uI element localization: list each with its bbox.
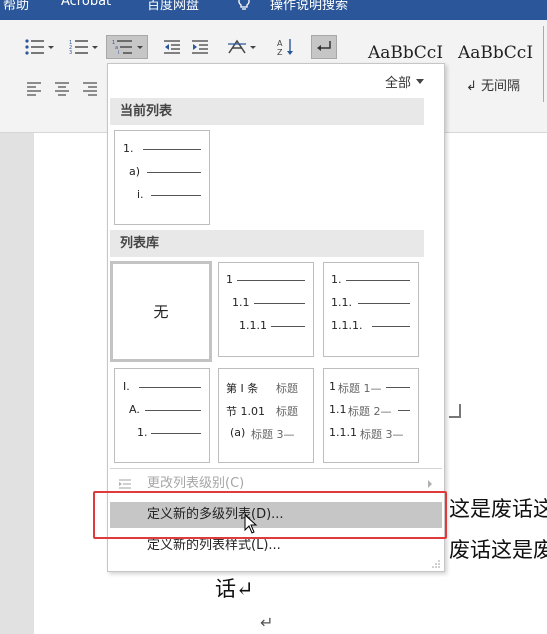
list-level-line bbox=[151, 195, 201, 196]
list-heading-caption: 标题 bbox=[276, 405, 298, 418]
list-library-item-none[interactable]: 无 bbox=[110, 261, 212, 362]
mouse-pointer-icon bbox=[244, 514, 258, 534]
chinese-layout-icon bbox=[227, 39, 246, 54]
lightbulb-icon bbox=[238, 0, 250, 10]
list-library-item-numeric[interactable]: 1 1.1 1.1.1 bbox=[218, 262, 314, 357]
list-library-item-heading-numbered[interactable]: 1 标题 1— 1.1 标题 2— 1.1.1 标题 3— bbox=[323, 368, 419, 463]
list-level-line bbox=[145, 410, 201, 411]
svg-text:Z: Z bbox=[277, 48, 283, 56]
tab-baidu-netdisk[interactable]: 百度网盘 bbox=[147, 0, 199, 13]
list-level-line bbox=[237, 280, 305, 281]
style-name-label: ↲ 无间隔 bbox=[466, 79, 521, 94]
style-sample-text: AaBbCcI bbox=[458, 43, 534, 63]
list-level-number: I. bbox=[123, 380, 130, 393]
align-right-button[interactable] bbox=[78, 78, 102, 100]
list-level-number: 1.1.1 bbox=[239, 319, 267, 332]
list-level-icon bbox=[119, 479, 131, 489]
list-library-item-numeric-dotted[interactable]: 1. 1.1. 1.1.1. bbox=[323, 262, 419, 357]
list-level-line bbox=[254, 303, 305, 304]
list-level-line bbox=[386, 387, 410, 388]
multilevel-list-button[interactable]: 1ai bbox=[106, 35, 148, 59]
list-filter-label: 全部 bbox=[384, 76, 411, 91]
list-level-line bbox=[147, 172, 201, 173]
align-center-icon bbox=[55, 82, 69, 96]
bullets-icon bbox=[24, 39, 44, 55]
list-level-number: 1.1. bbox=[331, 296, 352, 309]
list-level-number: i. bbox=[137, 188, 144, 201]
list-level-line bbox=[372, 326, 410, 327]
list-level-number: 1. bbox=[123, 142, 134, 155]
chinese-layout-button[interactable] bbox=[224, 36, 258, 58]
list-library-item-article-section[interactable]: 第 Ⅰ 条 标题 节 1.01 标题 (a) 标题 3— bbox=[218, 368, 314, 463]
document-text-line[interactable]: 这是废话这 bbox=[449, 493, 547, 523]
list-level-number: 1. bbox=[331, 273, 342, 286]
list-level-line bbox=[346, 280, 410, 281]
list-level-line bbox=[398, 410, 410, 411]
text-boundary-corner-mark bbox=[449, 404, 461, 418]
decrease-indent-icon bbox=[164, 40, 180, 54]
list-level-number: 1.1 bbox=[232, 296, 250, 309]
document-text-line[interactable]: 废话这是废 bbox=[449, 534, 547, 564]
resize-grip-icon[interactable] bbox=[432, 560, 440, 568]
numbering-icon: 123 bbox=[69, 40, 88, 55]
show-formatting-marks-button[interactable] bbox=[311, 35, 337, 59]
align-center-button[interactable] bbox=[50, 78, 74, 100]
highlight-annotation-box bbox=[93, 491, 447, 539]
list-level-number: A. bbox=[129, 403, 140, 416]
list-level-number: 1. bbox=[137, 426, 148, 439]
list-heading-caption: 标题 2— bbox=[348, 405, 392, 418]
list-level-number: a) bbox=[129, 165, 141, 178]
list-level-line bbox=[151, 433, 201, 434]
none-label: 无 bbox=[153, 303, 169, 321]
svg-text:i: i bbox=[118, 50, 119, 55]
list-heading-caption: 标题 bbox=[276, 382, 298, 395]
svg-text:A: A bbox=[277, 39, 283, 48]
document-margin bbox=[0, 133, 34, 634]
chevron-down-icon bbox=[416, 79, 424, 84]
tab-help[interactable]: 帮助 bbox=[3, 0, 29, 13]
list-level-number: 1.1.1. bbox=[331, 319, 363, 332]
style-sample-text: AaBbCcI bbox=[368, 43, 444, 63]
decrease-indent-button[interactable] bbox=[160, 36, 184, 58]
list-level-line bbox=[358, 303, 410, 304]
increase-indent-icon bbox=[192, 40, 208, 54]
sort-button[interactable]: AZ bbox=[274, 36, 298, 58]
svg-text:3: 3 bbox=[69, 50, 72, 55]
list-level-number: (a) bbox=[230, 426, 246, 439]
document-text-line[interactable]: 话↵ bbox=[215, 573, 254, 603]
list-level-line bbox=[139, 387, 201, 388]
paragraph-mark: ↵ bbox=[260, 613, 274, 632]
ribbon-tab-strip: 帮助 Acrobat 百度网盘 操作说明搜索 bbox=[0, 0, 547, 20]
list-level-line bbox=[143, 149, 201, 150]
align-right-icon bbox=[83, 82, 97, 96]
tab-acrobat[interactable]: Acrobat bbox=[61, 0, 111, 9]
bullets-button[interactable] bbox=[22, 36, 56, 58]
chevron-right-icon bbox=[428, 480, 432, 488]
list-heading-caption: 标题 3— bbox=[251, 428, 295, 441]
list-heading-caption: 标题 3— bbox=[360, 428, 404, 441]
list-level-number: 1 bbox=[226, 273, 233, 286]
align-left-icon bbox=[27, 82, 41, 96]
sort-az-icon: AZ bbox=[277, 39, 293, 56]
list-level-line bbox=[271, 326, 305, 327]
align-left-button[interactable] bbox=[22, 78, 46, 100]
list-level-number: 1.1 bbox=[329, 403, 347, 416]
multilevel-list-icon: 1ai bbox=[112, 40, 132, 55]
increase-indent-button[interactable] bbox=[188, 36, 212, 58]
return-arrow-icon bbox=[317, 41, 331, 51]
menu-separator bbox=[110, 468, 442, 469]
list-level-number: 1 bbox=[329, 380, 336, 393]
list-filter-dropdown[interactable]: 全部 bbox=[385, 72, 424, 91]
gallery-divider bbox=[543, 26, 544, 102]
numbering-button[interactable]: 123 bbox=[64, 36, 102, 58]
list-level-number: 1.1.1 bbox=[329, 426, 357, 439]
list-level-number: 第 Ⅰ 条 bbox=[226, 382, 259, 395]
tell-me-search[interactable]: 操作说明搜索 bbox=[270, 0, 348, 13]
list-heading-caption: 标题 1— bbox=[338, 382, 382, 395]
list-level-number: 节 1.01 bbox=[226, 405, 265, 418]
current-list-header: 当前列表 bbox=[110, 98, 424, 125]
list-library-header: 列表库 bbox=[110, 230, 424, 257]
list-library-item-roman-alpha[interactable]: I. A. 1. bbox=[114, 368, 210, 463]
current-list-thumbnail[interactable]: 1. a) i. bbox=[114, 130, 210, 225]
